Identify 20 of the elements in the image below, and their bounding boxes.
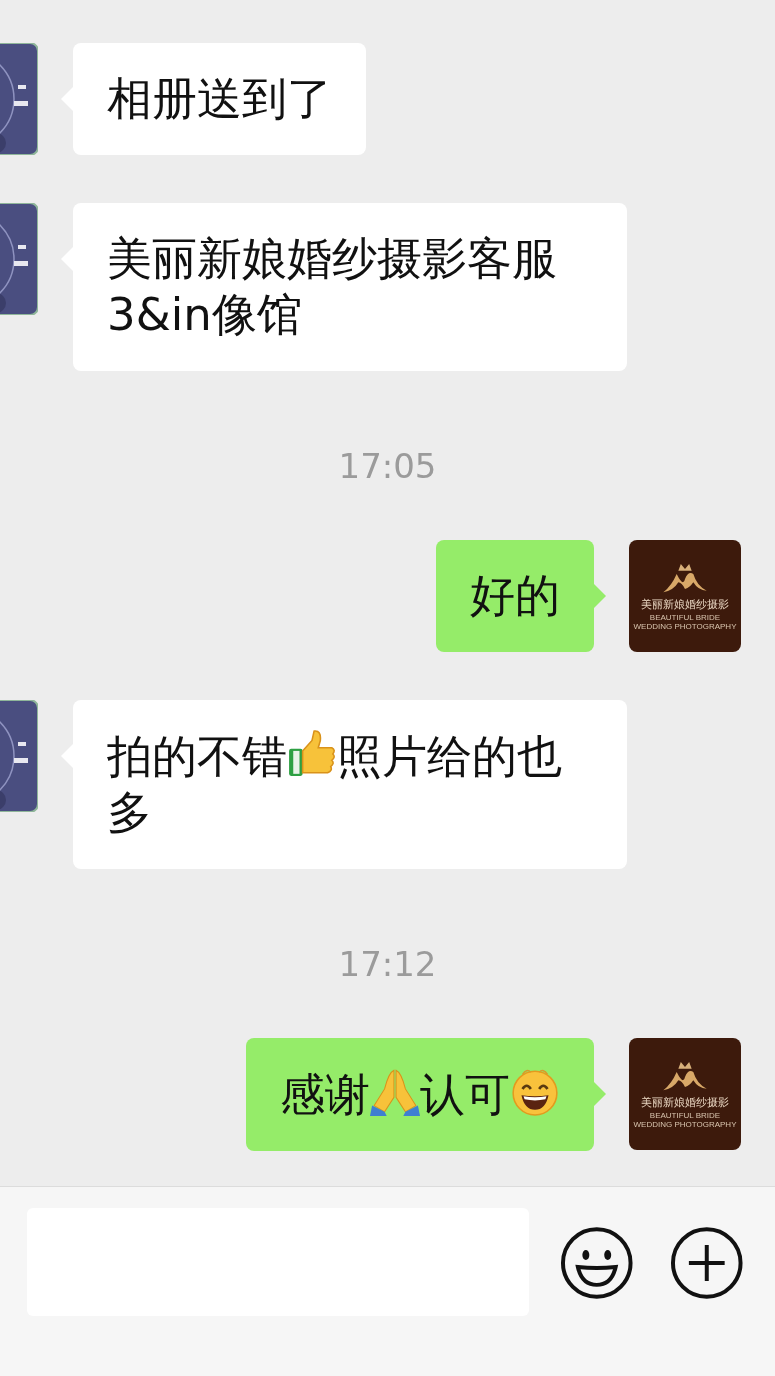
message-text: 美丽新娘婚纱摄影客服3&in像馆 bbox=[107, 232, 557, 341]
timestamp: 17:05 bbox=[338, 446, 437, 486]
message-text: 好的 bbox=[470, 569, 560, 622]
timestamp: 17:12 bbox=[338, 944, 437, 984]
avatar[interactable]: 美丽新娘婚纱摄影 BEAUTIFUL BRIDE WEDDING PHOTOGRAPHY bbox=[629, 1038, 741, 1150]
add-icon[interactable] bbox=[669, 1225, 745, 1301]
logo-subtext: BEAUTIFUL BRIDE WEDDING PHOTOGRAPHY bbox=[633, 1110, 737, 1129]
logo-text: 美丽新娘婚纱摄影 bbox=[641, 597, 729, 611]
logo-subtext: BEAUTIFUL BRIDE WEDDING PHOTOGRAPHY bbox=[633, 612, 737, 631]
avatar[interactable]: 美丽新娘婚纱摄影 BEAUTIFUL BRIDE WEDDING PHOTOGRAPHY bbox=[629, 540, 741, 652]
message-text: 照片给的也 bbox=[337, 730, 562, 783]
message-text: 拍的不错 bbox=[107, 730, 287, 783]
message-text: 相册送到了 bbox=[107, 72, 332, 125]
message-text: 感谢 bbox=[280, 1068, 370, 1121]
thumbs-up-icon bbox=[287, 728, 337, 778]
message-text: 多 bbox=[107, 786, 152, 839]
message-text: 认可 bbox=[420, 1068, 510, 1121]
praying-hands-icon bbox=[370, 1066, 420, 1116]
logo-text: 美丽新娘婚纱摄影 bbox=[641, 1095, 729, 1109]
emoji-icon[interactable] bbox=[558, 1225, 635, 1301]
